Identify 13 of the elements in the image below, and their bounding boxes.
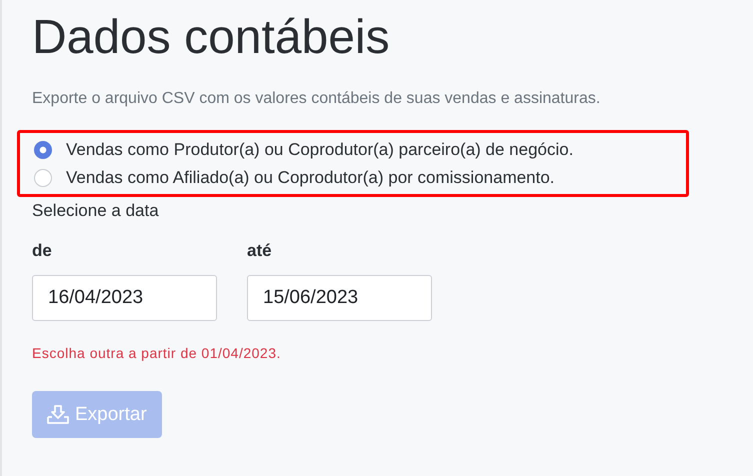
page-title: Dados contábeis	[32, 10, 391, 66]
download-icon	[47, 404, 69, 424]
option-label[interactable]: Vendas como Afiliado(a) ou Coprodutor(a) por comissionamento.	[66, 168, 555, 188]
field-label: até	[247, 241, 273, 261]
radio-button[interactable]	[34, 141, 52, 159]
error-message: Escolha outra a partir de 01/04/2023.	[32, 345, 282, 361]
radio-button[interactable]	[34, 169, 52, 187]
section-label: Selecione a data	[32, 201, 160, 221]
date-field[interactable]: 15/06/2023	[247, 275, 432, 321]
date-field[interactable]: 16/04/2023	[32, 275, 217, 321]
option-label[interactable]: Vendas como Produtor(a) ou Coprodutor(a) parceiro(a) de negócio.	[66, 140, 574, 160]
field-label: de	[32, 241, 53, 261]
description: Exporte o arquivo CSV com os valores contábeis de suas vendas e assinaturas.	[32, 90, 602, 108]
